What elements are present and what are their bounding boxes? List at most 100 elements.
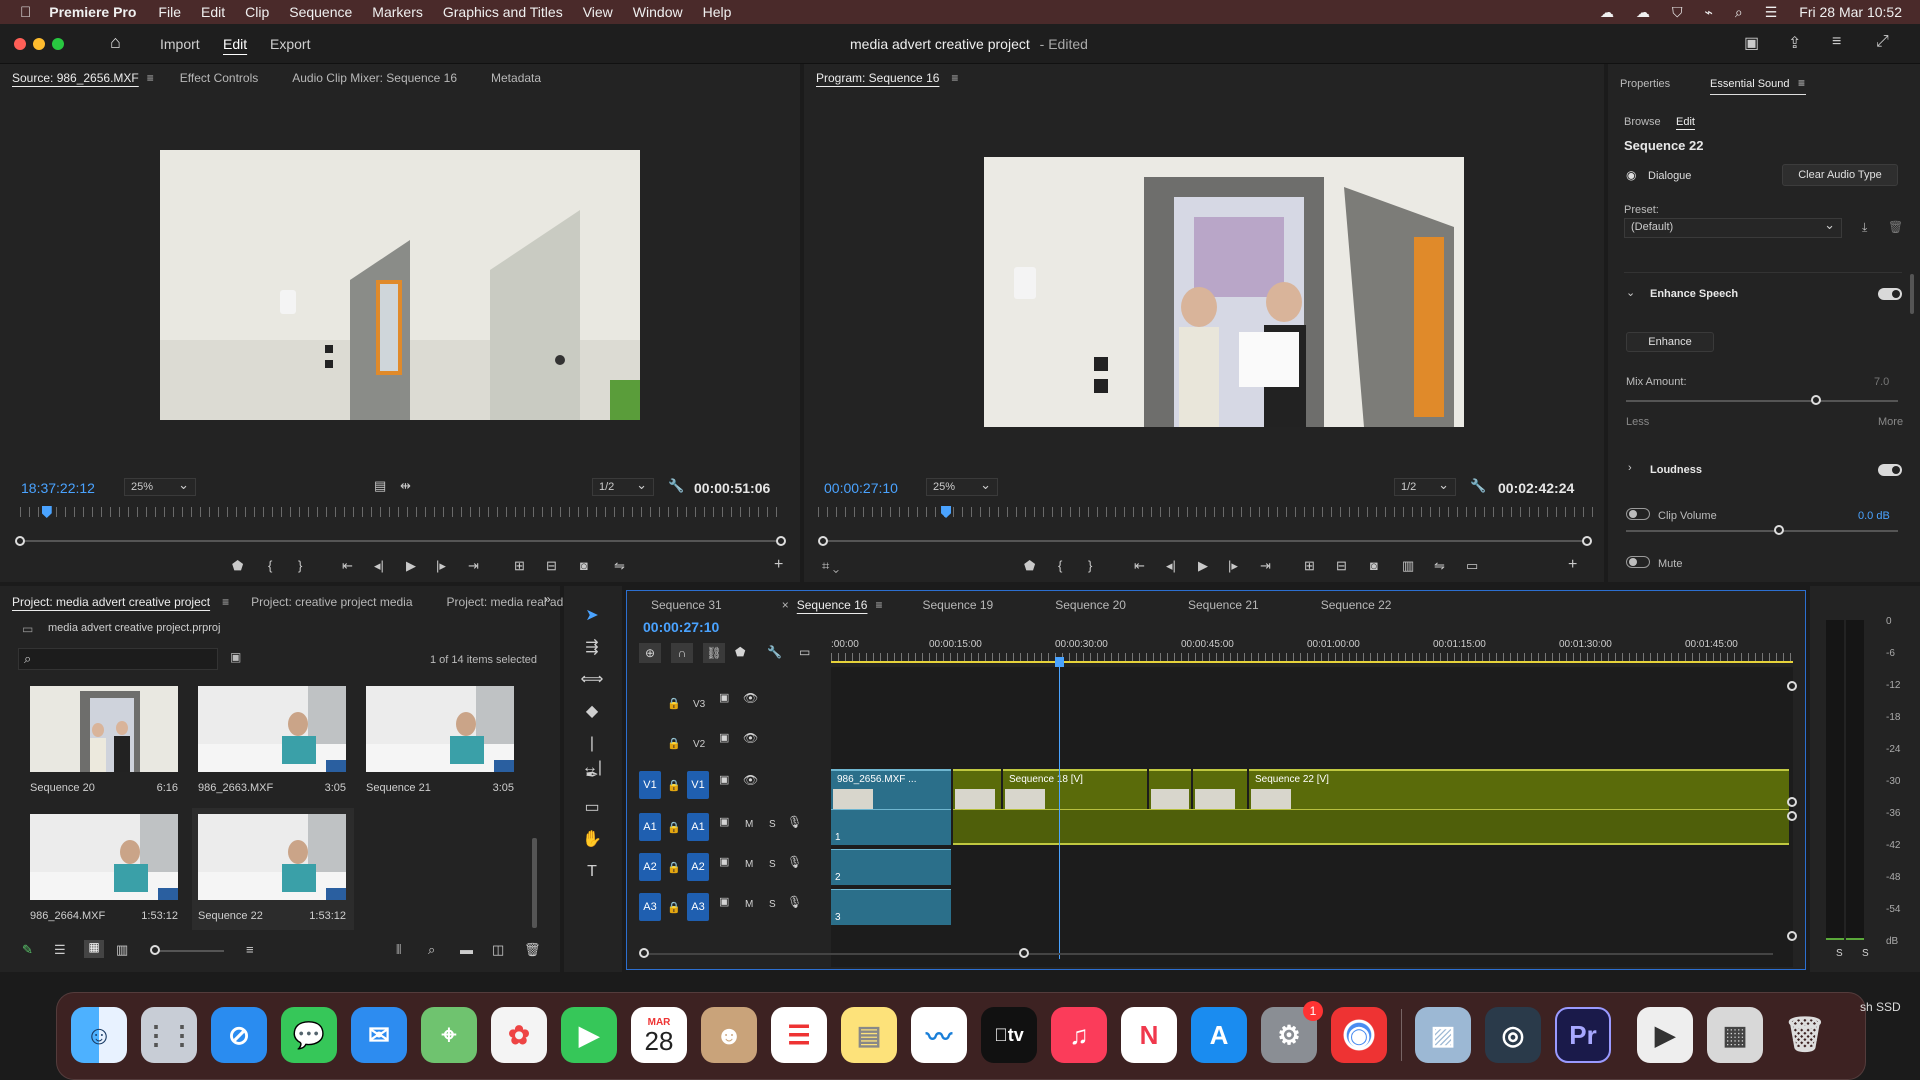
search-icon[interactable]: ⌕ — [1735, 4, 1743, 21]
nav-edit[interactable]: Edit — [223, 36, 247, 52]
program-zoom-left-handle[interactable] — [818, 536, 828, 546]
clip-volume-toggle[interactable] — [1626, 508, 1650, 520]
a3-sync-icon[interactable]: ▣ — [719, 895, 729, 908]
menu-clock[interactable]: Fri 28 Mar 10:52 — [1799, 4, 1902, 20]
downloads-stack-icon[interactable]: ▦ — [1707, 1007, 1763, 1063]
a2-source-patch[interactable]: A2 — [639, 853, 661, 881]
external-drive-label[interactable]: sh SSD — [1860, 1000, 1901, 1014]
timeline-add-marker-icon[interactable]: ⬟ — [735, 645, 745, 659]
clip-986-2656-video[interactable]: 986_2656.MXF ... — [831, 769, 951, 809]
clip-volume-value[interactable]: 0.0 dB — [1858, 510, 1890, 522]
clip-volume-slider-handle[interactable] — [1774, 525, 1784, 535]
reminders-icon[interactable]: ☰ — [771, 1007, 827, 1063]
v2-lock-icon[interactable]: 🔒 — [667, 737, 681, 750]
program-step-forward-icon[interactable]: |▸ — [1228, 558, 1238, 574]
nav-export[interactable]: Export — [270, 36, 310, 52]
program-settings-wrench-icon[interactable]: 🔧 — [1470, 478, 1486, 494]
finder-icon[interactable]: ☺ — [71, 1007, 127, 1063]
timeline-vscroll-bottom[interactable] — [1787, 931, 1797, 941]
news-icon[interactable]: N — [1121, 1007, 1177, 1063]
safari-icon[interactable]: ⊘ — [211, 1007, 267, 1063]
program-export-frame-icon[interactable]: ◙ — [1370, 558, 1378, 573]
tab-essential-sound[interactable]: Essential Sound — [1710, 78, 1790, 90]
program-mark-in-icon[interactable]: { — [1058, 558, 1062, 573]
close-tab-icon[interactable]: × — [782, 598, 789, 612]
a1-solo-button[interactable]: S — [769, 819, 776, 830]
a2-sync-icon[interactable]: ▣ — [719, 855, 729, 868]
program-swap-icon[interactable]: ⇋ — [1434, 558, 1445, 574]
program-go-to-out-icon[interactable]: ⇥ — [1260, 558, 1271, 574]
minimize-window-button[interactable] — [33, 38, 45, 50]
a1-sync-icon[interactable]: ▣ — [719, 815, 729, 828]
timeline-playhead[interactable] — [1059, 659, 1060, 959]
program-zoom-right-handle[interactable] — [1582, 536, 1592, 546]
program-settings-icon[interactable]: ⌗ ⌄ — [822, 558, 839, 574]
lift-icon[interactable]: ⊞ — [1304, 558, 1315, 574]
swap-icon[interactable]: ⇋ — [614, 558, 625, 574]
timeline-vscroll-mid[interactable] — [1787, 797, 1797, 807]
linked-selection-icon[interactable]: ⛓ — [703, 643, 725, 663]
project-panel-menu-icon[interactable]: ≡ — [222, 595, 229, 609]
clip-a2-audio-blue[interactable]: 2 — [831, 849, 951, 885]
v1-source-patch[interactable]: V1 — [639, 771, 661, 799]
close-window-button[interactable] — [14, 38, 26, 50]
a3-source-patch[interactable]: A3 — [639, 893, 661, 921]
loudness-toggle[interactable] — [1878, 464, 1902, 476]
automate-to-sequence-icon[interactable]: ⫴ — [396, 942, 401, 958]
timeline-vscroll-lower[interactable] — [1787, 811, 1797, 821]
meter-solo-right[interactable]: S — [1862, 948, 1869, 959]
photos-icon[interactable]: ✿ — [491, 1007, 547, 1063]
a3-track-target[interactable]: A3 — [687, 893, 709, 921]
v3-lock-icon[interactable]: 🔒 — [667, 697, 681, 710]
timeline-hscroll-track[interactable] — [643, 953, 1773, 955]
thumbnail-size-handle[interactable] — [150, 945, 160, 955]
a2-track-target[interactable]: A2 — [687, 853, 709, 881]
find-icon[interactable]: ⌕ — [428, 942, 435, 958]
project-scrollbar[interactable] — [532, 838, 537, 928]
tab-source[interactable]: Source: 986_2656.MXF — [12, 71, 139, 85]
hand-tool-icon[interactable]: ✋ — [580, 828, 604, 852]
loudness-chevron-icon[interactable]: › — [1628, 462, 1632, 474]
thumb-sequence-22[interactable] — [198, 814, 346, 900]
slip-tool-icon[interactable]: |↔| — [580, 732, 604, 776]
list-view-icon[interactable]: ☰ — [54, 942, 66, 958]
type-tool-icon[interactable]: T — [580, 860, 604, 884]
clip-sequence-22-video[interactable]: Sequence 22 [V] — [1249, 769, 1789, 809]
v2-eye-icon[interactable]: 👁 — [743, 731, 758, 745]
tab-sequence-16[interactable]: Sequence 16 — [797, 598, 868, 612]
a3-lock-icon[interactable]: 🔒 — [667, 901, 681, 914]
insert-icon[interactable]: ⊞ — [514, 558, 525, 574]
more-tabs-icon[interactable]: » — [544, 592, 551, 606]
timeline-settings-wrench-icon[interactable]: 🔧 — [767, 645, 782, 659]
tab-audio-clip-mixer[interactable]: Audio Clip Mixer: Sequence 16 — [292, 71, 457, 85]
track-select-tool-icon[interactable]: ⇶ — [580, 636, 604, 660]
menu-edit[interactable]: Edit — [201, 4, 225, 20]
calendar-icon[interactable]: MAR 28 — [631, 1007, 687, 1063]
program-step-back-icon[interactable]: ◂| — [1166, 558, 1176, 574]
go-to-in-icon[interactable]: ⇤ — [342, 558, 353, 574]
messages-icon[interactable]: 💬 — [281, 1007, 337, 1063]
v1-eye-icon[interactable]: 👁 — [743, 773, 758, 787]
program-add-marker-icon[interactable]: ⬟ — [1024, 558, 1035, 574]
es-scrollbar[interactable] — [1910, 274, 1914, 314]
tab-project-creative-media[interactable]: Project: creative project media — [251, 595, 412, 609]
v1-track-target[interactable]: V1 — [687, 771, 709, 799]
menu-clip[interactable]: Clip — [245, 4, 269, 20]
enhance-button[interactable]: Enhance — [1626, 332, 1714, 352]
comparison-view-icon[interactable]: ▥ — [1402, 558, 1414, 574]
captions-icon[interactable]: ▭ — [799, 645, 810, 659]
clip-v1-segment-b[interactable] — [1149, 769, 1191, 809]
mix-amount-slider-track[interactable] — [1626, 400, 1898, 402]
source-resolution-select[interactable]: 1/2 — [592, 477, 654, 496]
cloud-sync-icon[interactable]: ☁ — [1636, 4, 1650, 21]
new-search-bin-icon[interactable]: ▣ — [230, 650, 241, 664]
add-marker-icon[interactable]: ⬟ — [232, 558, 243, 574]
program-add-button-icon[interactable]: + — [1568, 556, 1577, 574]
timeline-playhead-handle[interactable] — [1055, 657, 1064, 667]
export-frame-camera-icon[interactable]: ◙ — [580, 558, 588, 573]
home-icon[interactable]: ⌂ — [110, 32, 121, 53]
program-resolution-select[interactable]: 1/2 — [1394, 477, 1456, 496]
a1-mute-button[interactable]: M — [745, 819, 753, 830]
play-icon[interactable]: ▶ — [406, 558, 416, 574]
timeline-ruler[interactable]: :00:00 00:00:15:00 00:00:30:00 00:00:45:… — [831, 639, 1793, 665]
